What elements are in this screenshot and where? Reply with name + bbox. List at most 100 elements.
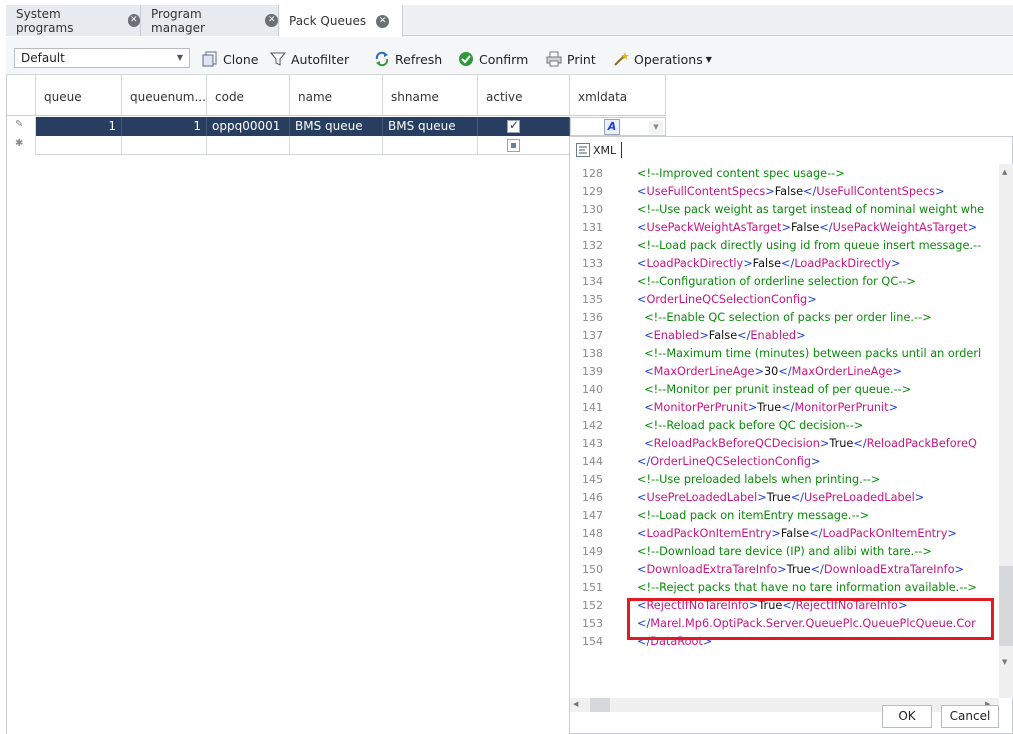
print-button[interactable]: Print: [546, 50, 596, 68]
tab-system-programs[interactable]: System programs ✕: [6, 5, 141, 36]
highlight-box: [627, 598, 994, 640]
xml-line[interactable]: 139 <MaxOrderLineAge>30</MaxOrderLineAge…: [570, 363, 999, 381]
line-number: 148: [582, 527, 603, 540]
line-text: <!--Monitor per prunit instead of per qu…: [644, 383, 912, 396]
xml-line[interactable]: 138 <!--Maximum time (minutes) between p…: [570, 345, 999, 363]
cell-xmldata[interactable]: A ▼: [570, 117, 666, 136]
line-text: <UseFullContentSpecs>False</UseFullConte…: [637, 185, 945, 198]
tab-label: System programs: [16, 6, 74, 35]
xml-line[interactable]: 147 <!--Load pack on itemEntry message.--…: [570, 507, 999, 525]
line-number: 142: [582, 419, 603, 432]
column-header-name[interactable]: name: [290, 75, 383, 116]
column-header-queuenum[interactable]: queuenum...: [122, 75, 207, 116]
xml-line[interactable]: 143 <ReloadPackBeforeQCDecision>True</Re…: [570, 435, 999, 453]
new-cell-code[interactable]: [207, 136, 290, 155]
ok-button[interactable]: OK: [882, 705, 932, 728]
clone-button[interactable]: Clone: [202, 50, 258, 68]
confirm-button[interactable]: Confirm: [458, 50, 528, 68]
tab-label: Pack Queues: [289, 14, 367, 28]
close-icon[interactable]: ✕: [376, 14, 390, 28]
operations-button[interactable]: Operations ▼: [613, 50, 712, 68]
line-number: 147: [582, 509, 603, 522]
xml-line[interactable]: 140 <!--Monitor per prunit instead of pe…: [570, 381, 999, 399]
cancel-button[interactable]: Cancel: [941, 705, 999, 728]
cell-code[interactable]: oppq00001: [207, 117, 290, 136]
line-text: <!--Use pack weight as target instead of…: [637, 203, 985, 216]
active-checkbox[interactable]: [507, 118, 520, 133]
autofilter-button[interactable]: Autofilter: [269, 50, 349, 68]
line-text: <!--Load pack directly using id from que…: [637, 239, 982, 252]
xml-document-icon: [576, 143, 590, 157]
refresh-button[interactable]: Refresh: [374, 50, 442, 68]
xml-line[interactable]: 129 <UseFullContentSpecs>False</UseFullCo…: [570, 183, 999, 201]
xml-line[interactable]: 132 <!--Load pack directly using id from …: [570, 237, 999, 255]
line-number: 154: [582, 635, 603, 648]
cell-queuenum[interactable]: 1: [122, 117, 207, 136]
xml-line[interactable]: 136 <!--Enable QC selection of packs per…: [570, 309, 999, 327]
xml-line[interactable]: 134 <!--Configuration of orderline select…: [570, 273, 999, 291]
xml-line[interactable]: 145 <!--Use preloaded labels when printin…: [570, 471, 999, 489]
xml-line[interactable]: 148 <LoadPackOnItemEntry>False</LoadPackO…: [570, 525, 999, 543]
close-icon[interactable]: ✕: [265, 14, 278, 27]
xml-line[interactable]: 137 <Enabled>False</Enabled>: [570, 327, 999, 345]
new-cell-queuenum[interactable]: [122, 136, 207, 155]
xml-line[interactable]: 131 <UsePackWeightAsTarget>False</UsePack…: [570, 219, 999, 237]
xml-line[interactable]: 150 <DownloadExtraTareInfo>True</Download…: [570, 561, 999, 579]
line-number: 136: [582, 311, 603, 324]
tab-label: Program manager: [151, 6, 205, 35]
scroll-up-icon[interactable]: ▲: [1002, 168, 1007, 176]
xml-line[interactable]: 141 <MonitorPerPrunit>True</MonitorPerPr…: [570, 399, 999, 417]
new-cell-name[interactable]: [290, 136, 383, 155]
horizontal-scrollbar[interactable]: ◀ ▶: [570, 698, 999, 712]
tab-pack-queues[interactable]: Pack Queues ✕: [279, 5, 403, 37]
xml-editor-popup: XML 128 <!--Improved content spec usage--…: [569, 136, 1013, 734]
edit-text-icon[interactable]: A: [604, 119, 620, 135]
close-icon[interactable]: ✕: [127, 14, 140, 27]
line-number: 141: [582, 401, 603, 414]
line-number: 129: [582, 185, 603, 198]
xml-line[interactable]: 149 <!--Download tare device (IP) and ali…: [570, 543, 999, 561]
line-text: <LoadPackOnItemEntry>False</LoadPackOnIt…: [637, 527, 957, 540]
cell-shname[interactable]: BMS queue: [383, 117, 478, 136]
xml-line[interactable]: 144 </OrderLineQCSelectionConfig>: [570, 453, 999, 471]
line-text: <UsePackWeightAsTarget>False</UsePackWei…: [637, 221, 978, 234]
column-header-code[interactable]: code: [207, 75, 290, 116]
xml-line[interactable]: 130 <!--Use pack weight as target instead…: [570, 201, 999, 219]
filter-icon: [269, 51, 287, 67]
xml-mode-button[interactable]: XML: [576, 141, 623, 159]
scroll-thumb[interactable]: [590, 698, 610, 712]
active-checkbox[interactable]: [507, 139, 520, 152]
xml-line[interactable]: 133 <LoadPackDirectly>False</LoadPackDire…: [570, 255, 999, 273]
xml-line[interactable]: 135 <OrderLineQCSelectionConfig>: [570, 291, 999, 309]
line-number: 138: [582, 347, 603, 360]
column-header-active[interactable]: active: [478, 75, 570, 116]
line-text: <!--Reload pack before QC decision-->: [644, 419, 864, 432]
cell-name[interactable]: BMS queue: [290, 117, 383, 136]
xml-line[interactable]: 128 <!--Improved content spec usage-->: [570, 165, 999, 183]
xml-line[interactable]: 146 <UsePreLoadedLabel>True</UsePreLoaded…: [570, 489, 999, 507]
scroll-down-icon[interactable]: ▼: [1002, 658, 1007, 666]
xml-line[interactable]: 142 <!--Reload pack before QC decision--…: [570, 417, 999, 435]
line-number: 144: [582, 455, 603, 468]
cell-queue[interactable]: 1: [36, 117, 122, 136]
new-cell-queue[interactable]: [36, 136, 122, 155]
new-cell-shname[interactable]: [383, 136, 478, 155]
line-number: 133: [582, 257, 603, 270]
xml-line[interactable]: 151 <!--Reject packs that have no tare in…: [570, 579, 999, 597]
scroll-left-icon[interactable]: ◀: [573, 700, 578, 708]
scroll-thumb[interactable]: [999, 566, 1013, 646]
cell-active[interactable]: [478, 117, 570, 136]
new-cell-active[interactable]: [478, 136, 570, 155]
line-text: <MaxOrderLineAge>30</MaxOrderLineAge>: [644, 365, 902, 378]
line-number: 143: [582, 437, 603, 450]
column-header-xmldata[interactable]: xmldata: [570, 75, 666, 116]
line-text: <!--Load pack on itemEntry message.-->: [637, 509, 870, 522]
tab-program-manager[interactable]: Program manager ✕: [141, 5, 279, 36]
chevron-down-icon[interactable]: ▼: [649, 121, 663, 134]
vertical-scrollbar[interactable]: ▲ ▼: [999, 164, 1013, 698]
layout-select-value: Default: [21, 51, 65, 65]
column-header-queue[interactable]: queue: [36, 75, 122, 116]
column-header-shname[interactable]: shname: [383, 75, 478, 116]
layout-select[interactable]: Default ▼: [14, 48, 190, 68]
line-text: <OrderLineQCSelectionConfig>: [637, 293, 817, 306]
